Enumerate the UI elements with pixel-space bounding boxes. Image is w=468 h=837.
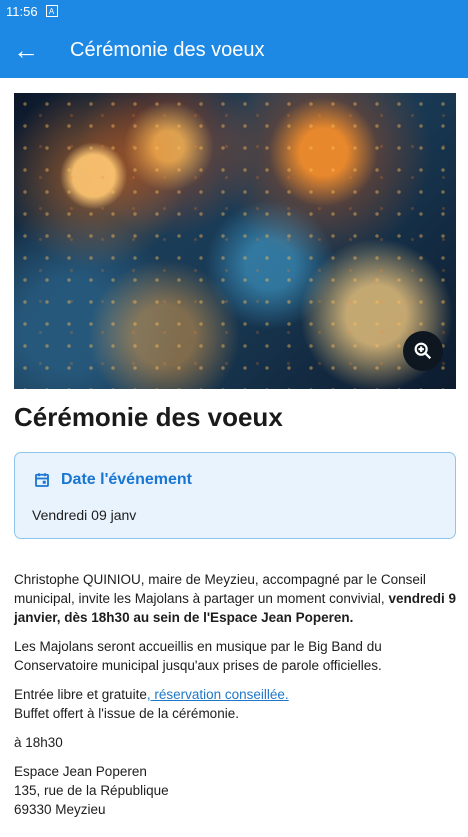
- status-time: 11:56: [6, 3, 38, 19]
- address-line-1: Espace Jean Poperen: [14, 764, 147, 779]
- event-image: [14, 93, 456, 389]
- calendar-icon: [35, 473, 49, 487]
- event-description: Christophe QUINIOU, maire de Meyzieu, ac…: [14, 570, 456, 829]
- reservation-link[interactable]: , réservation conseillée.: [147, 687, 289, 702]
- back-button[interactable]: ←: [0, 22, 52, 78]
- status-bar: 11:56 A: [0, 0, 468, 22]
- intro-paragraph: Christophe QUINIOU, maire de Meyzieu, ac…: [14, 572, 456, 625]
- event-title: Cérémonie des voeux: [14, 402, 283, 432]
- music-paragraph: Les Majolans seront accueillis en musiqu…: [14, 639, 382, 673]
- address-paragraph: Espace Jean Poperen 135, rue de la Répub…: [14, 762, 456, 819]
- address-line-2: 135, rue de la République: [14, 783, 169, 798]
- date-label: Date l'événement: [61, 471, 192, 488]
- app-bar: ← Cérémonie des voeux: [0, 22, 468, 78]
- arrow-left-icon: ←: [13, 35, 39, 65]
- address-line-3: 69330 Meyzieu: [14, 802, 106, 817]
- date-value: Vendredi 09 janv: [32, 507, 137, 523]
- entry-paragraph: Entrée libre et gratuite, réservation co…: [14, 687, 289, 721]
- zoom-button[interactable]: [403, 331, 443, 371]
- zoom-in-icon: [414, 342, 432, 360]
- date-heading: Date l'événement: [33, 471, 192, 489]
- page-title: Cérémonie des voeux: [70, 38, 265, 61]
- time-paragraph: à 18h30: [14, 735, 63, 750]
- event-date-box: Date l'événement Vendredi 09 janv: [14, 452, 456, 539]
- status-indicator-icon: A: [45, 5, 58, 17]
